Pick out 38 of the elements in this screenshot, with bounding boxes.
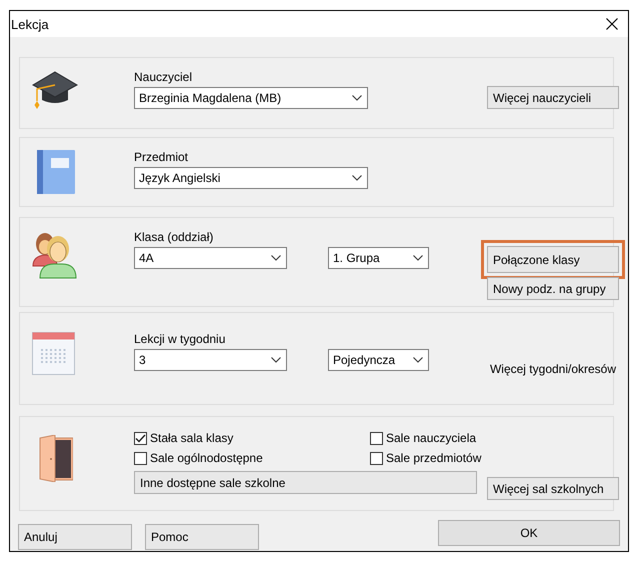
dropdown[interactable]: Pojedyncza [328,349,429,371]
button[interactable]: OK [438,520,620,546]
checkbox-box[interactable] [134,432,147,444]
chevron-down-icon [413,255,423,261]
field-label: Przedmiot [134,150,190,165]
checkbox-box[interactable] [370,452,383,464]
button[interactable]: Pomoc [145,524,259,550]
button[interactable]: Inne dostępne sale szkolne [134,471,477,494]
checkbox-box[interactable] [370,432,383,444]
field-label: Klasa (oddział) [134,230,214,245]
checkbox[interactable]: Sale nauczyciela [370,429,482,447]
button[interactable]: Więcej nauczycieli [487,86,619,109]
dropdown[interactable]: Język Angielski [134,167,368,189]
checkbox[interactable]: Sale przedmiotów [370,449,482,467]
button[interactable]: Więcej sal szkolnych [487,477,619,500]
chevron-down-icon [271,357,281,363]
field-label: Nauczyciel [134,70,194,85]
dropdown[interactable]: 1. Grupa [328,247,429,269]
window-title: Lekcja [11,16,49,32]
chevron-down-icon [413,357,423,363]
close-icon[interactable] [606,18,618,30]
door-icon [39,435,73,482]
field-label: Lekcji w tygodniu [134,332,226,347]
checkbox[interactable]: Sale ogólnodostępne [134,449,370,467]
calendar-icon [32,332,75,375]
book-icon [37,150,75,194]
checkbox-box[interactable] [134,452,147,464]
chevron-down-icon [352,95,362,101]
note-text: Więcej tygodni/okresów [488,361,618,378]
graduation-cap-icon [32,70,78,110]
button[interactable]: Nowy podz. na grupy [487,277,619,300]
button[interactable]: Anuluj [18,524,132,550]
chevron-down-icon [352,175,362,181]
checkbox[interactable]: Stała sala klasy [134,429,370,447]
chevron-down-icon [271,255,281,261]
dropdown[interactable]: Brzeginia Magdalena (MB) [134,87,368,109]
dropdown[interactable]: 3 [134,349,287,371]
dropdown[interactable]: 4A [134,247,287,269]
